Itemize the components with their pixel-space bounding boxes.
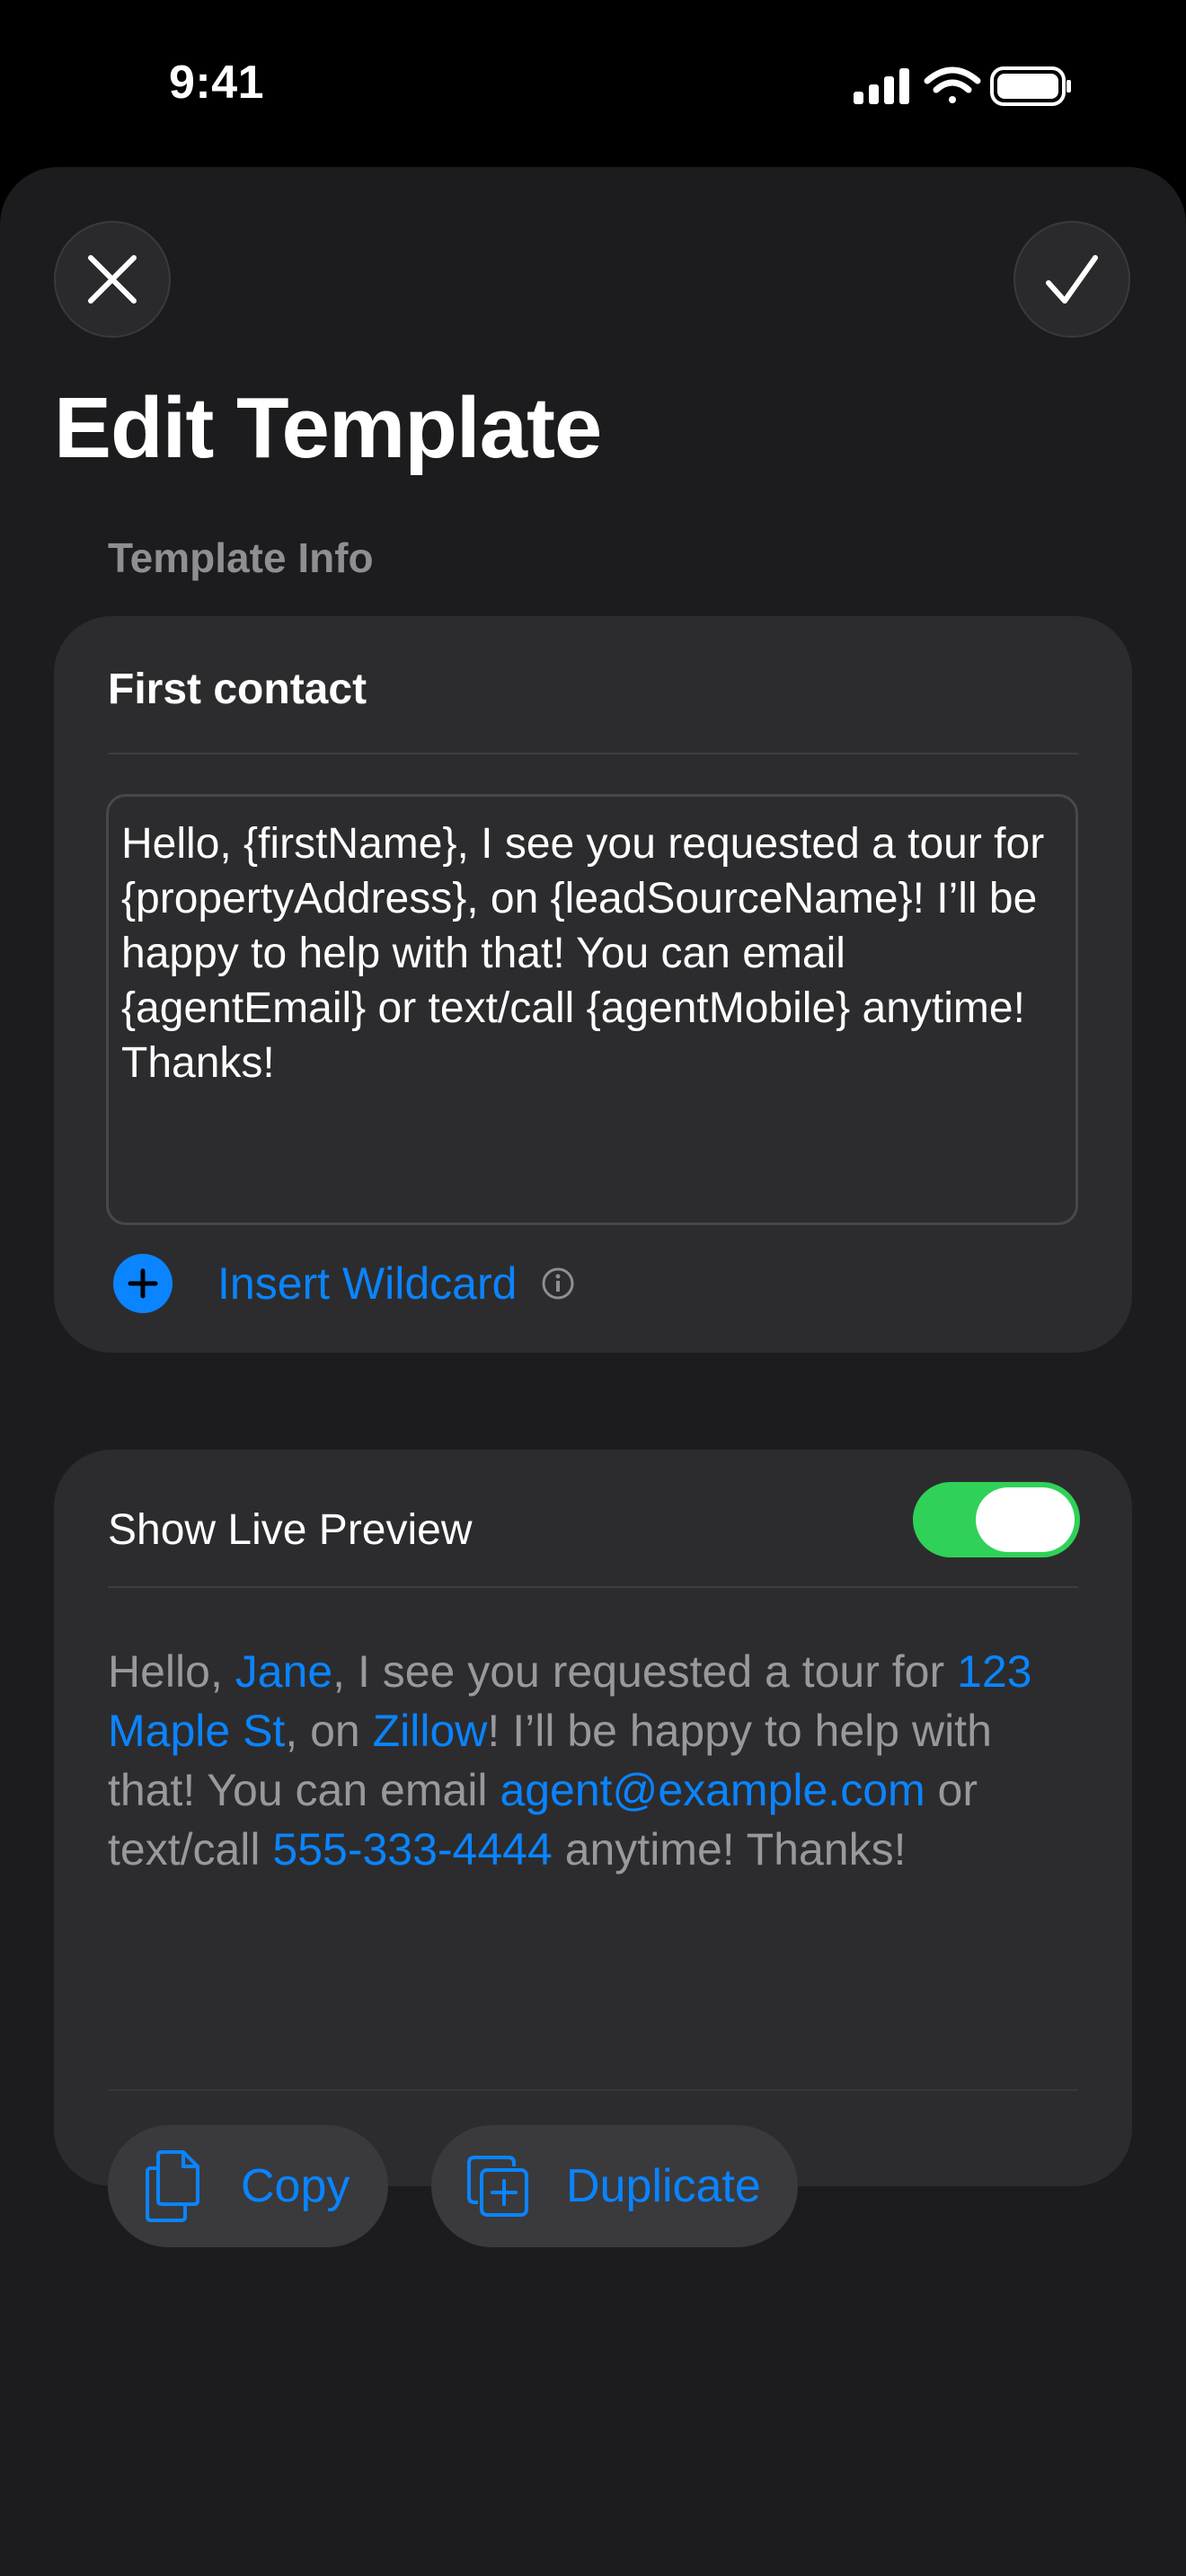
page-title: Edit Template — [54, 380, 602, 476]
template-body-editor[interactable]: Hello, {firstName}, I see you requested … — [106, 794, 1078, 1225]
edit-template-sheet: Edit Template Template Info First contac… — [0, 167, 1186, 2576]
divider — [108, 753, 1078, 754]
wildcard-value: 555-333-4444 — [272, 1824, 553, 1875]
live-preview-card: Show Live Preview Hello, Jane, I see you… — [54, 1450, 1132, 2247]
preview-text-segment: anytime! Thanks! — [552, 1824, 907, 1875]
battery-icon — [990, 66, 1071, 106]
show-live-preview-label: Show Live Preview — [108, 1506, 473, 1554]
divider — [108, 2089, 1078, 2091]
divider — [108, 1586, 1078, 1588]
insert-wildcard-button[interactable]: Insert Wildcard — [113, 1252, 576, 1315]
copy-label: Copy — [241, 2160, 350, 2212]
xmark-icon — [88, 255, 137, 304]
checkmark-icon — [1046, 255, 1098, 304]
preview-text-segment: , on — [285, 1706, 373, 1756]
doc-on-doc-icon — [146, 2150, 199, 2222]
status-time: 9:41 — [169, 57, 265, 109]
info-icon[interactable] — [540, 1266, 576, 1301]
template-info-card: First contact Hello, {firstName}, I see … — [54, 616, 1132, 1353]
wifi-icon — [924, 66, 981, 103]
copy-button[interactable]: Copy — [108, 2125, 388, 2247]
toggle-knob — [976, 1487, 1075, 1552]
wildcard-value: Jane — [235, 1646, 333, 1697]
confirm-button[interactable] — [1013, 221, 1130, 338]
preview-text-segment: Hello, — [108, 1646, 235, 1697]
cellular-signal-icon — [854, 68, 909, 104]
wildcard-value: agent@example.com — [500, 1765, 925, 1815]
duplicate-button[interactable]: Duplicate — [431, 2125, 798, 2247]
preview-message: Hello, Jane, I see you requested a tour … — [108, 1642, 1087, 1879]
status-bar: 9:41 — [0, 0, 1186, 171]
template-name-field[interactable]: First contact — [108, 665, 367, 714]
wildcard-value: Zillow — [372, 1706, 488, 1756]
close-button[interactable] — [54, 221, 171, 338]
insert-wildcard-label: Insert Wildcard — [217, 1258, 518, 1309]
live-preview-toggle[interactable] — [913, 1482, 1080, 1557]
section-header-template-info: Template Info — [108, 534, 374, 581]
duplicate-label: Duplicate — [566, 2160, 761, 2212]
plus-square-on-square-icon — [467, 2156, 528, 2217]
plus-circle-icon — [113, 1254, 173, 1313]
status-icons — [854, 66, 1071, 106]
preview-text-segment: , I see you requested a tour for — [332, 1646, 958, 1697]
